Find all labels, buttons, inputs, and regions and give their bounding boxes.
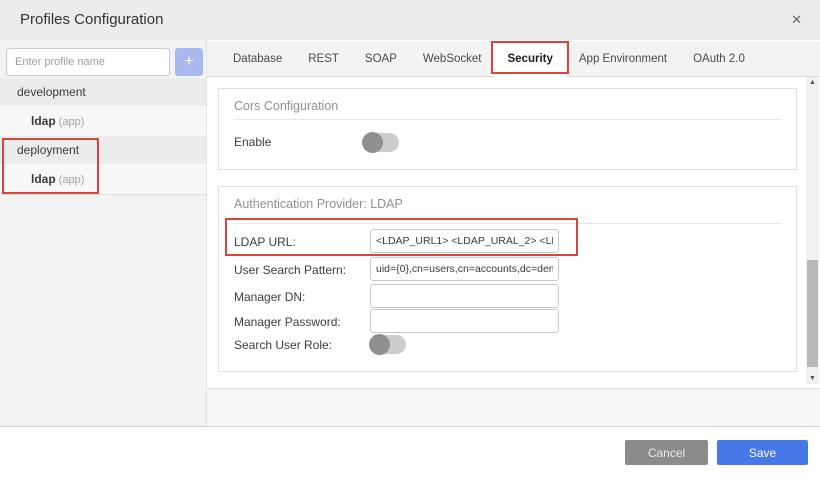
sidebar-item-deployment[interactable]: deployment xyxy=(0,136,206,165)
app-label: ldap xyxy=(31,114,56,128)
tab-label: REST xyxy=(308,53,339,65)
content-scrollbar[interactable]: ▲ ▼ xyxy=(806,77,819,384)
profiles-configuration-dialog: Profiles Configuration ✕ + development l… xyxy=(0,0,820,480)
save-button[interactable]: Save xyxy=(717,440,808,465)
sidebar-item-ldap-deployment[interactable]: ldap(app) xyxy=(0,165,206,194)
tab-soap[interactable]: SOAP xyxy=(352,41,410,77)
scroll-down-icon[interactable]: ▼ xyxy=(806,375,819,382)
tab-label: Security xyxy=(507,53,552,65)
profile-create-row: + xyxy=(0,48,207,76)
user-search-pattern-label: User Search Pattern: xyxy=(234,263,346,277)
divider xyxy=(234,119,781,120)
app-type-suffix: (app) xyxy=(59,174,85,186)
search-user-role-label: Search User Role: xyxy=(234,338,332,352)
app-type-suffix: (app) xyxy=(59,116,85,128)
tab-database[interactable]: Database xyxy=(220,41,295,77)
tab-label: App Environment xyxy=(579,53,667,65)
profile-label: development xyxy=(17,85,86,99)
auth-provider-ldap-card: Authentication Provider: LDAP LDAP URL: … xyxy=(218,186,797,372)
sidebar-item-development[interactable]: development xyxy=(0,78,206,107)
profile-label: deployment xyxy=(17,143,79,157)
add-profile-button[interactable]: + xyxy=(175,48,203,76)
dialog-title: Profiles Configuration xyxy=(20,0,163,40)
auth-card-title: Authentication Provider: LDAP xyxy=(234,197,403,211)
tab-app-environment[interactable]: App Environment xyxy=(566,41,680,77)
manager-password-input[interactable] xyxy=(370,309,559,333)
tab-websocket[interactable]: WebSocket xyxy=(410,41,495,77)
ldap-url-label: LDAP URL: xyxy=(234,235,296,249)
close-icon[interactable]: ✕ xyxy=(791,0,802,40)
toggle-knob xyxy=(362,132,383,153)
profile-name-input[interactable] xyxy=(6,48,170,76)
profiles-sidebar: + development ldap(app) deployment ldap(… xyxy=(0,40,207,426)
toggle-knob xyxy=(369,334,390,355)
manager-password-label: Manager Password: xyxy=(234,315,341,329)
tab-label: WebSocket xyxy=(423,53,482,65)
cors-card-title: Cors Configuration xyxy=(234,99,338,113)
search-user-role-toggle[interactable] xyxy=(370,335,406,354)
tab-label: OAuth 2.0 xyxy=(693,53,745,65)
cors-enable-toggle[interactable] xyxy=(363,133,399,152)
scroll-up-icon[interactable]: ▲ xyxy=(806,79,819,86)
cancel-button[interactable]: Cancel xyxy=(625,440,708,465)
dialog-footer: Cancel Save xyxy=(0,427,820,480)
profile-list: development ldap(app) deployment ldap(ap… xyxy=(0,78,206,195)
tab-label: Database xyxy=(233,53,282,65)
scrollbar-thumb[interactable] xyxy=(807,260,818,367)
settings-tabbar: Database REST SOAP WebSocket Security Ap… xyxy=(207,41,820,77)
ldap-url-input[interactable] xyxy=(370,229,559,253)
divider xyxy=(234,223,781,224)
content-bottom-strip xyxy=(207,388,820,426)
cors-configuration-card: Cors Configuration Enable xyxy=(218,88,797,170)
manager-dn-label: Manager DN: xyxy=(234,290,305,304)
dialog-header: Profiles Configuration ✕ xyxy=(0,0,820,40)
tab-label: SOAP xyxy=(365,53,397,65)
tab-security[interactable]: Security xyxy=(494,41,565,77)
tab-rest[interactable]: REST xyxy=(295,41,352,77)
cors-enable-label: Enable xyxy=(234,135,271,149)
user-search-pattern-input[interactable] xyxy=(370,257,559,281)
tab-oauth[interactable]: OAuth 2.0 xyxy=(680,41,758,77)
manager-dn-input[interactable] xyxy=(370,284,559,308)
sidebar-item-ldap-development[interactable]: ldap(app) xyxy=(0,107,206,136)
app-label: ldap xyxy=(31,172,56,186)
security-tab-content: Cors Configuration Enable Authentication… xyxy=(207,77,820,388)
